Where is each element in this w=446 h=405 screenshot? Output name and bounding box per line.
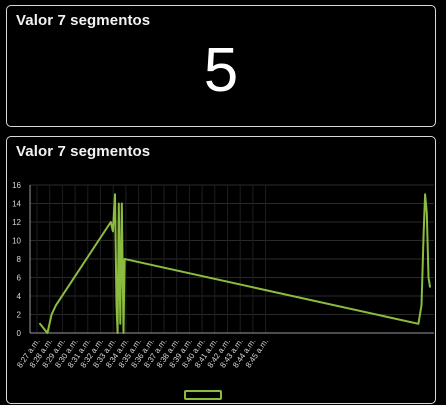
seven-segment-chart-card: Valor 7 segmentos 0 2 4 6 8 10 12 14 16 8:27 a.m.… [6, 136, 436, 404]
y-tick-label: 8 [17, 255, 22, 264]
y-tick-label: 6 [17, 274, 22, 283]
y-tick-label: 12 [12, 218, 21, 227]
y-tick-label: 16 [12, 181, 21, 190]
y-tick-label: 0 [17, 329, 22, 338]
seven-segment-value: 5 [203, 36, 239, 105]
y-tick-label: 10 [12, 237, 21, 246]
legend-swatch[interactable] [184, 390, 222, 400]
y-tick-label: 4 [17, 292, 22, 301]
line-chart-container: 0 2 4 6 8 10 12 14 16 8:27 a.m. 8:28 a.m. 8:29 a.m.… [7, 137, 437, 405]
card-title: Valor 7 segmentos [16, 12, 151, 29]
seven-segment-value-card: Valor 7 segmentos 5 [6, 5, 436, 127]
y-tick-label: 14 [12, 200, 21, 209]
series-line [39, 193, 431, 334]
line-chart: 02468101214168:27 a.m.8:28 a.m.8:29 a.m.… [12, 181, 434, 400]
y-tick-label: 2 [17, 311, 22, 320]
